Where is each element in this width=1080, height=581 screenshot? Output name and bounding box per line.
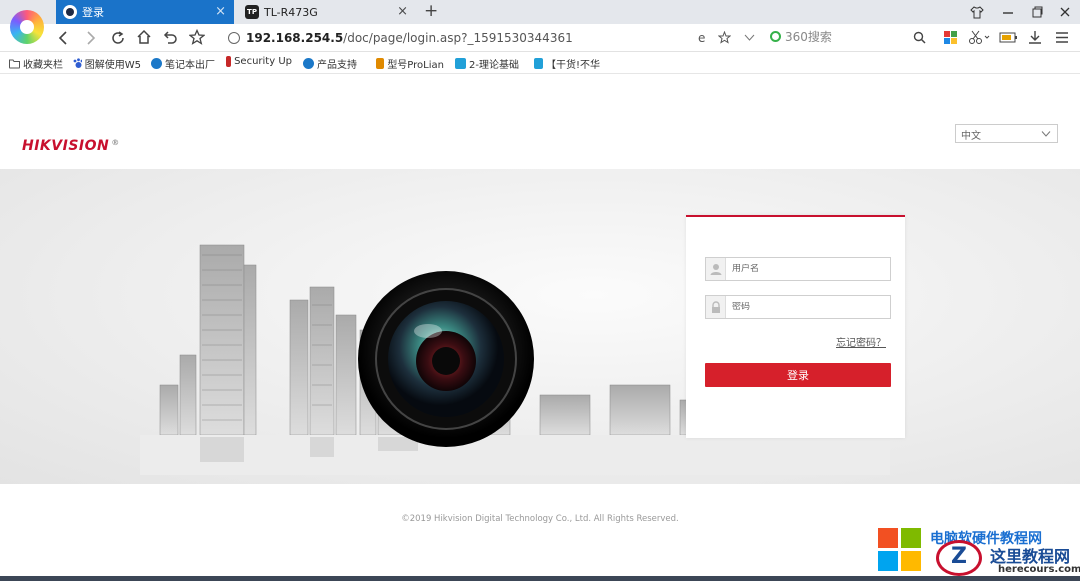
mcafee-icon xyxy=(226,56,232,67)
paw-icon xyxy=(73,58,82,68)
tab-router[interactable]: TP TL-R473G × xyxy=(238,0,416,24)
minimize-icon[interactable] xyxy=(1002,5,1014,19)
star-icon[interactable] xyxy=(189,29,205,45)
dell-icon xyxy=(151,58,162,69)
tab-label: 登录 xyxy=(82,6,104,19)
url-host: 192.168.254.5 xyxy=(246,31,344,45)
lock-icon xyxy=(711,301,720,313)
tab-bar: 登录 × TP TL-R473G × + xyxy=(0,0,1080,24)
bookmark-page-icon xyxy=(376,58,385,69)
close-tab-icon[interactable]: × xyxy=(397,4,408,19)
close-window-icon[interactable] xyxy=(1059,5,1071,19)
bookmark-folder[interactable]: 收藏夹栏 xyxy=(9,56,69,71)
new-tab-icon[interactable]: + xyxy=(424,1,438,21)
hikvision-logo: HIKVISION ® xyxy=(22,138,120,154)
close-tab-icon[interactable]: × xyxy=(215,4,226,19)
site-info-icon[interactable] xyxy=(228,32,240,44)
360-search-icon xyxy=(770,31,781,42)
login-button[interactable]: 登录 xyxy=(705,363,891,387)
watermark-url: herecours.com xyxy=(998,564,1080,575)
shirt-skin-icon[interactable] xyxy=(970,5,984,19)
username-input[interactable] xyxy=(726,264,876,274)
taskbar xyxy=(0,576,1080,581)
address-bar[interactable]: 192.168.254.5 /doc/page/login.asp?_15915… xyxy=(222,27,762,49)
hero-banner: 忘记密码？ 登录 xyxy=(0,169,1080,484)
study-icon xyxy=(455,58,466,69)
battery-icon[interactable] xyxy=(999,31,1021,44)
bookmarks-bar: 收藏夹栏 图解使用W5 笔记本出厂 Security Up 产品支持 型号Pro… xyxy=(0,52,1080,74)
screenshot-scissors-icon[interactable] xyxy=(968,30,990,45)
camera-lens-image xyxy=(358,271,534,447)
back-icon[interactable] xyxy=(56,30,70,46)
download-icon[interactable] xyxy=(1028,30,1042,45)
windows-logo-watermark-icon xyxy=(878,528,921,571)
menu-icon[interactable] xyxy=(1055,31,1069,44)
language-select[interactable]: 中文 xyxy=(955,124,1058,143)
restore-icon[interactable] xyxy=(1031,5,1043,19)
password-input[interactable] xyxy=(726,302,876,312)
study-icon xyxy=(534,58,543,69)
folder-icon xyxy=(9,59,20,69)
undo-icon[interactable] xyxy=(162,30,178,46)
bookmark-item[interactable]: Security Up xyxy=(226,56,292,67)
login-panel: 忘记密码？ 登录 xyxy=(686,215,905,438)
watermark-z-logo: Z xyxy=(936,540,982,576)
bookmark-item[interactable]: 图解使用W5 xyxy=(73,56,141,71)
bookmark-item[interactable]: 笔记本出厂 xyxy=(151,56,215,71)
username-field[interactable] xyxy=(705,257,891,281)
browser-logo-icon[interactable] xyxy=(10,10,44,44)
tp-favicon-icon: TP xyxy=(245,5,259,19)
navigation-bar: 192.168.254.5 /doc/page/login.asp?_15915… xyxy=(0,24,1080,52)
dell-icon xyxy=(303,58,314,69)
password-field[interactable] xyxy=(705,295,891,319)
favorite-star-icon[interactable] xyxy=(718,31,731,44)
svg-text:e: e xyxy=(698,31,705,44)
url-path: /doc/page/login.asp?_1591530344361 xyxy=(343,31,573,45)
search-icon[interactable] xyxy=(913,31,926,44)
search-box[interactable]: 360搜索 xyxy=(770,28,832,45)
chevron-down-icon xyxy=(1041,131,1051,137)
bookmark-item[interactable]: 2-理论基础 xyxy=(455,56,521,71)
page-content: HIKVISION ® 中文 用户名 忘记密码？ 登录 ©2019 Hikvis… xyxy=(0,74,1080,581)
chevron-down-icon[interactable] xyxy=(744,33,755,42)
tab-login[interactable]: 登录 × xyxy=(56,0,234,24)
search-placeholder: 360搜索 xyxy=(785,30,832,44)
bookmark-item[interactable]: 【干货!不华 xyxy=(534,56,600,71)
apps-icon[interactable] xyxy=(944,31,957,44)
bookmark-item[interactable]: 产品支持 xyxy=(303,56,363,71)
camera-favicon-icon xyxy=(63,5,77,19)
user-icon xyxy=(710,264,721,275)
forward-icon[interactable] xyxy=(84,30,98,46)
copyright-text: ©2019 Hikvision Digital Technology Co., … xyxy=(401,514,679,524)
refresh-icon[interactable] xyxy=(110,30,126,46)
home-icon[interactable] xyxy=(136,29,152,45)
tab-label: TL-R473G xyxy=(264,5,318,19)
ie-mode-icon[interactable]: e xyxy=(697,31,710,44)
forgot-password-link[interactable]: 忘记密码？ xyxy=(836,334,886,349)
bookmark-item[interactable]: 型号ProLian xyxy=(376,56,444,71)
